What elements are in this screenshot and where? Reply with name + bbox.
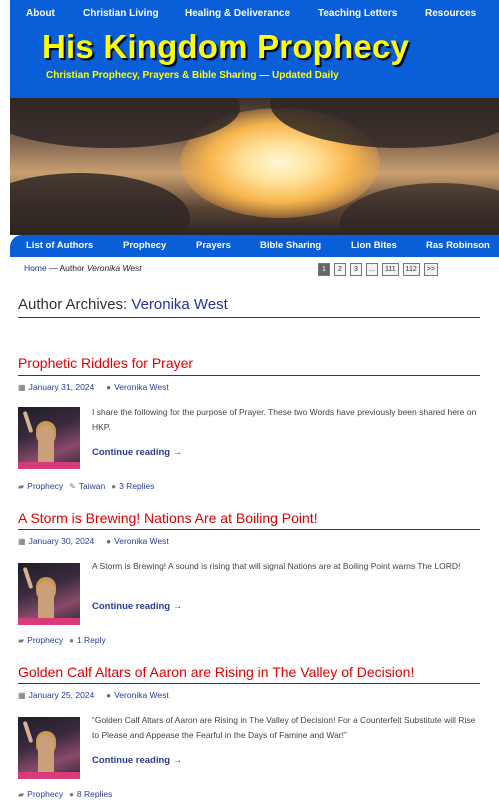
post-title[interactable]: Prophetic Riddles for Prayer	[18, 355, 193, 371]
page-3[interactable]: 3	[350, 263, 362, 276]
post-replies[interactable]: 8 Replies	[77, 789, 112, 799]
breadcrumb-sep: —	[46, 263, 60, 273]
page-112[interactable]: 112	[402, 263, 420, 276]
folder-icon: ▰	[18, 789, 25, 799]
nav-teaching-letters[interactable]: Teaching Letters	[318, 8, 397, 19]
site-tagline: Christian Prophecy, Prayers & Bible Shar…	[46, 70, 339, 81]
page-111[interactable]: 111	[382, 263, 399, 276]
breadcrumb-home[interactable]: Home	[24, 263, 47, 273]
post-tag[interactable]: Taiwan	[79, 481, 105, 491]
post-excerpt: A Storm is Brewing! A sound is rising th…	[92, 561, 461, 571]
post-date[interactable]: January 25, 2024	[29, 690, 95, 700]
post-category[interactable]: Prophecy	[27, 481, 63, 491]
post-thumbnail[interactable]	[18, 407, 80, 469]
nav-christian-living[interactable]: Christian Living	[83, 8, 159, 19]
post-author[interactable]: Veronika West	[114, 690, 169, 700]
breadcrumb-prefix: Author	[59, 263, 87, 273]
header-image	[10, 98, 499, 235]
person-icon: ●	[106, 382, 112, 392]
subnav-prayers[interactable]: Prayers	[196, 240, 231, 251]
subnav-bible-sharing[interactable]: Bible Sharing	[260, 240, 321, 251]
subnav-list-of-authors[interactable]: List of Authors	[26, 240, 93, 251]
post-author[interactable]: Veronika West	[114, 382, 169, 392]
post-category[interactable]: Prophecy	[27, 789, 63, 799]
post-category[interactable]: Prophecy	[27, 635, 63, 645]
archive-label: Author Archives:	[18, 296, 132, 313]
post-footer: ▰ Prophecy ● 1 Reply	[18, 635, 106, 645]
cloud	[10, 173, 190, 235]
comment-icon: ●	[69, 789, 74, 799]
post-divider	[18, 375, 480, 376]
subnav-ras-robinson[interactable]: Ras Robinson	[426, 240, 490, 251]
folder-icon: ▰	[18, 635, 25, 645]
post-date[interactable]: January 30, 2024	[29, 536, 95, 546]
post-meta: ▦ January 31, 2024 ● Veronika West	[18, 382, 169, 392]
comment-icon: ●	[111, 481, 117, 491]
page-next[interactable]: >>	[423, 263, 438, 276]
comment-icon: ●	[69, 635, 74, 645]
post-thumbnail[interactable]	[18, 717, 80, 779]
post-author[interactable]: Veronika West	[114, 536, 169, 546]
site-title[interactable]: His Kingdom Prophecy	[42, 28, 409, 66]
post-replies[interactable]: 3 Replies	[119, 481, 154, 491]
nav-about[interactable]: About	[26, 8, 55, 19]
breadcrumb: Home — Author Veronika West	[24, 263, 142, 273]
continue-reading-link[interactable]: Continue reading →	[92, 755, 182, 766]
page-2[interactable]: 2	[334, 263, 346, 276]
top-nav: About Christian Living Healing & Deliver…	[10, 0, 499, 28]
post-meta: ▦ January 30, 2024 ● Veronika West	[18, 536, 169, 546]
post-divider	[18, 683, 480, 684]
calendar-icon: ▦	[18, 536, 26, 546]
post-footer: ▰ Prophecy ✎ Taiwan ● 3 Replies	[18, 481, 155, 491]
archive-author: Veronika West	[131, 296, 228, 313]
archive-heading: Author Archives: Veronika West	[18, 296, 228, 313]
nav-resources[interactable]: Resources	[425, 8, 476, 19]
post-thumbnail[interactable]	[18, 563, 80, 625]
post-title[interactable]: Golden Calf Altars of Aaron are Rising i…	[18, 664, 414, 680]
calendar-icon: ▦	[18, 690, 26, 700]
sub-nav: List of Authors Prophecy Prayers Bible S…	[10, 235, 499, 257]
post-title[interactable]: A Storm is Brewing! Nations Are at Boili…	[18, 510, 318, 526]
subnav-prophecy[interactable]: Prophecy	[123, 240, 166, 251]
page-1: 1	[318, 263, 330, 276]
continue-reading-link[interactable]: Continue reading →	[92, 447, 182, 458]
post-meta: ▦ January 25, 2024 ● Veronika West	[18, 690, 169, 700]
person-icon: ●	[106, 536, 112, 546]
person-icon: ●	[106, 690, 112, 700]
site-header: His Kingdom Prophecy Christian Prophecy,…	[10, 28, 499, 98]
breadcrumb-author: Veronika West	[86, 263, 142, 273]
post-divider	[18, 529, 480, 530]
post-date[interactable]: January 31, 2024	[29, 382, 95, 392]
pagination: 1 2 3 ... 111 112 >>	[318, 263, 438, 276]
tag-icon: ✎	[69, 481, 76, 491]
post-excerpt: I share the following for the purpose of…	[92, 407, 477, 432]
nav-healing-deliverance[interactable]: Healing & Deliverance	[185, 8, 290, 19]
calendar-icon: ▦	[18, 382, 26, 392]
post-replies[interactable]: 1 Reply	[77, 635, 106, 645]
post-footer: ▰ Prophecy ● 8 Replies	[18, 789, 112, 799]
continue-reading-link[interactable]: Continue reading →	[92, 601, 182, 612]
folder-icon: ▰	[18, 481, 25, 491]
post-excerpt: “Golden Calf Altars of Aaron are Rising …	[92, 715, 476, 740]
heading-divider	[18, 317, 480, 318]
subnav-lion-bites[interactable]: Lion Bites	[351, 240, 397, 251]
page-ellipsis: ...	[366, 263, 378, 276]
